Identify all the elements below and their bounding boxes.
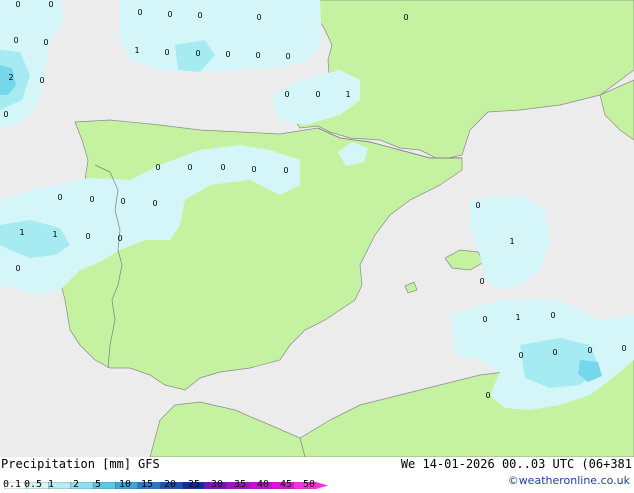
precipitation-value-label: 0 bbox=[15, 0, 20, 9]
precipitation-value-label: 0 bbox=[552, 348, 557, 357]
precipitation-value-label: 0 bbox=[167, 10, 172, 19]
legend-tick-label: 45 bbox=[279, 479, 293, 490]
rain-area-biscay-north bbox=[120, 0, 322, 72]
legend-tick-label: 0.1 bbox=[2, 479, 22, 490]
weather-map-view: 0000000001000000200010000000000110010001… bbox=[0, 0, 634, 490]
legend-tick-label: 5 bbox=[94, 479, 102, 490]
precipitation-value-label: 1 bbox=[52, 230, 57, 239]
precipitation-value-label: 0 bbox=[152, 199, 157, 208]
precipitation-value-label: 0 bbox=[155, 163, 160, 172]
legend-tick-label: 10 bbox=[118, 479, 132, 490]
precipitation-value-label: 0 bbox=[479, 277, 484, 286]
precipitation-value-label: 2 bbox=[8, 73, 13, 82]
precipitation-value-label: 0 bbox=[518, 351, 523, 360]
legend-tick-label: 30 bbox=[210, 479, 224, 490]
precipitation-value-label: 0 bbox=[255, 51, 260, 60]
precipitation-value-label: 0 bbox=[48, 0, 53, 9]
legend-scale-ticks: 0.1 0.5 1 2 5 10 15 20 25 30 35 40 45 50 bbox=[0, 479, 330, 491]
precipitation-value-label: 0 bbox=[197, 11, 202, 20]
legend-tick-label: 25 bbox=[187, 479, 201, 490]
precipitation-value-label: 0 bbox=[315, 90, 320, 99]
precipitation-value-label: 0 bbox=[3, 110, 8, 119]
precipitation-value-label: 1 bbox=[515, 313, 520, 322]
legend-tick-label: 2 bbox=[72, 479, 80, 490]
precipitation-value-label: 0 bbox=[550, 311, 555, 320]
precipitation-value-label: 0 bbox=[137, 8, 142, 17]
precipitation-value-label: 0 bbox=[39, 76, 44, 85]
precipitation-value-label: 0 bbox=[485, 391, 490, 400]
precipitation-value-label: 0 bbox=[285, 52, 290, 61]
legend-tick-label: 0.5 bbox=[23, 479, 43, 490]
precipitation-value-label: 0 bbox=[89, 195, 94, 204]
precipitation-value-label: 0 bbox=[403, 13, 408, 22]
precipitation-value-label: 0 bbox=[195, 49, 200, 58]
legend-tick-label: 15 bbox=[140, 479, 154, 490]
precipitation-value-label: 0 bbox=[225, 50, 230, 59]
precipitation-value-label: 0 bbox=[57, 193, 62, 202]
legend-tick-label: 20 bbox=[163, 479, 177, 490]
precipitation-value-label: 0 bbox=[482, 315, 487, 324]
precipitation-value-label: 0 bbox=[284, 90, 289, 99]
legend-tick-label: 35 bbox=[233, 479, 247, 490]
precipitation-value-label: 0 bbox=[587, 346, 592, 355]
precipitation-value-label: 0 bbox=[621, 344, 626, 353]
precipitation-value-label: 1 bbox=[134, 46, 139, 55]
precipitation-value-label: 0 bbox=[283, 166, 288, 175]
legend-title: Precipitation [mm] bbox=[1, 457, 132, 471]
precipitation-value-label: 0 bbox=[475, 201, 480, 210]
precipitation-value-label: 0 bbox=[251, 165, 256, 174]
precipitation-value-label: 0 bbox=[256, 13, 261, 22]
precipitation-value-label: 0 bbox=[117, 234, 122, 243]
source-credit[interactable]: ©weatheronline.co.uk bbox=[508, 474, 630, 487]
legend-valid-time: We 14-01-2026 00..03 UTC (06+381 bbox=[400, 457, 632, 471]
precipitation-value-label: 0 bbox=[120, 197, 125, 206]
precipitation-value-label: 1 bbox=[19, 228, 24, 237]
precipitation-value-label: 1 bbox=[345, 90, 350, 99]
precipitation-value-label: 0 bbox=[43, 38, 48, 47]
precipitation-map: 0 0 0 0 0 0 0 0 0 1 0 0 0 0 0 0 2 0 0 0 1 0 0 0 0 0 0 0 0 0 0 1 1 0 0 1 0 0 0 1… bbox=[0, 0, 634, 457]
precipitation-value-label: 0 bbox=[164, 48, 169, 57]
precipitation-value-label: 1 bbox=[509, 237, 514, 246]
legend-tick-label: 1 bbox=[47, 479, 55, 490]
legend-panel: Precipitation [mm] GFS We 14-01-2026 00.… bbox=[0, 457, 634, 490]
precipitation-value-label: 0 bbox=[220, 163, 225, 172]
precipitation-value-label: 0 bbox=[187, 163, 192, 172]
precipitation-value-label: 0 bbox=[85, 232, 90, 241]
precipitation-value-label: 0 bbox=[13, 36, 18, 45]
legend-tick-label: 40 bbox=[256, 479, 270, 490]
legend-tick-label: 50 bbox=[302, 479, 316, 490]
legend-model: GFS bbox=[138, 457, 160, 471]
precipitation-value-label: 0 bbox=[15, 264, 20, 273]
